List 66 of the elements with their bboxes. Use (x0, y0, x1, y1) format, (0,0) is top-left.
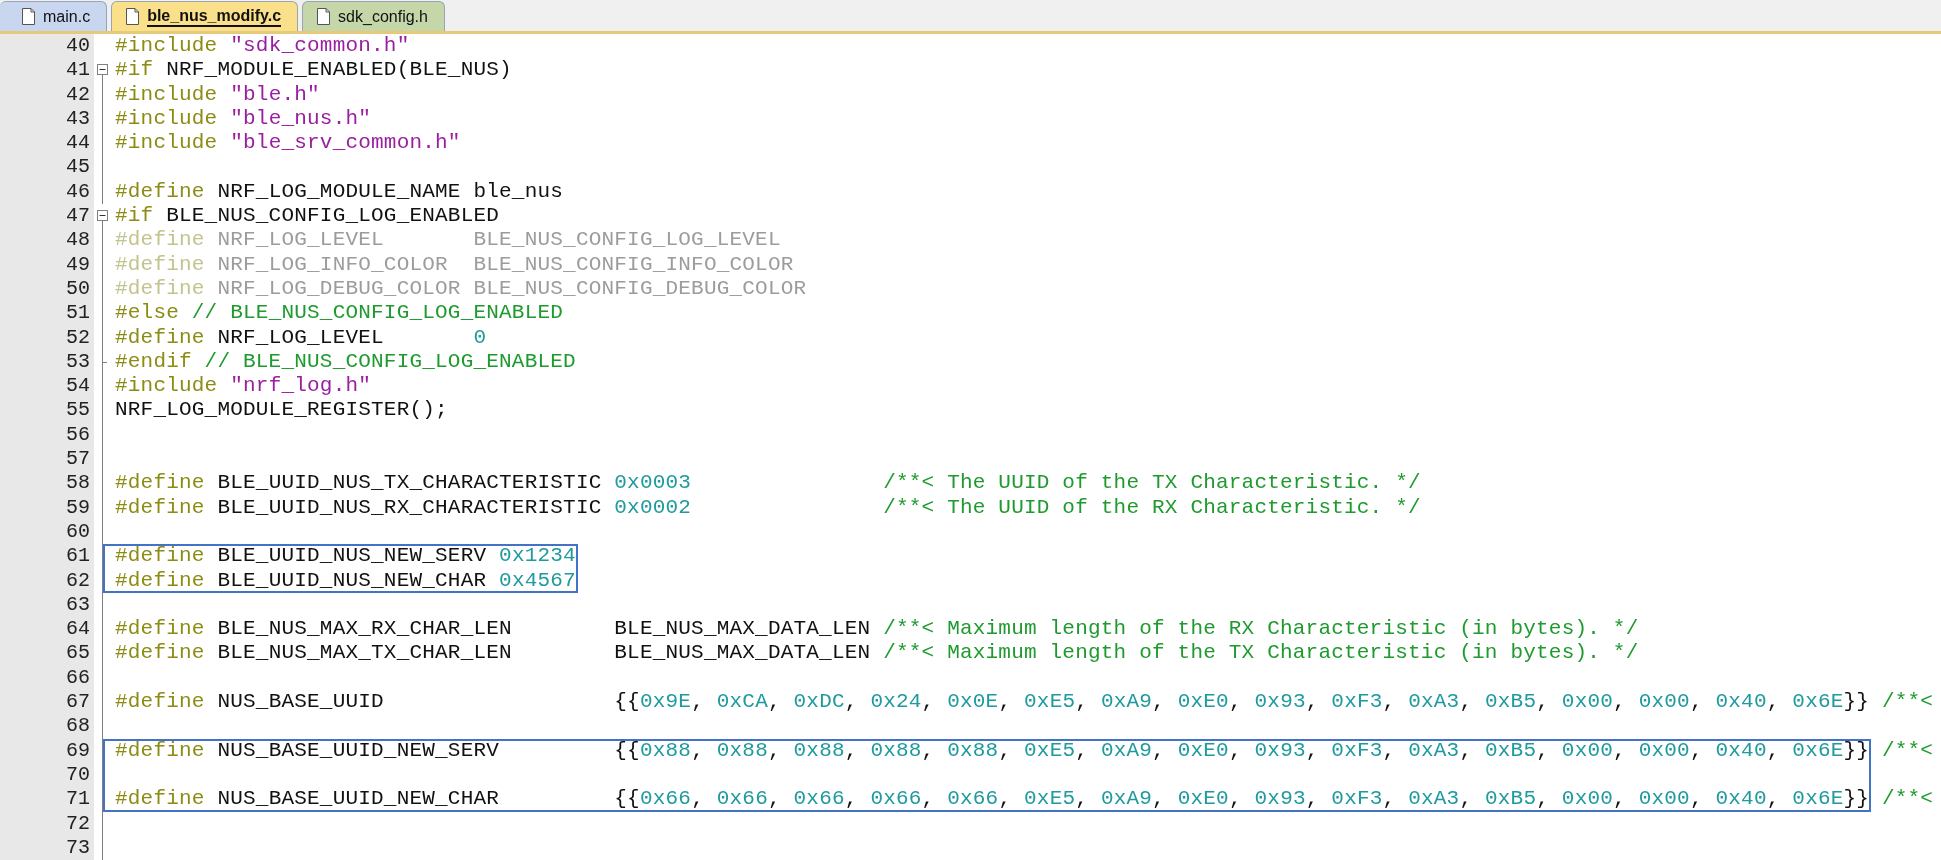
line-number: 50 (0, 276, 94, 302)
code-line: #define NUS_BASE_UUID {{0x9E, 0xCA, 0xDC, 0x24, 0x0E, 0xE5, 0xA9, 0xE0, 0x93, 0xF3, 0xA3, 0xB5, 0x00, 0x00, 0x40, 0x6E}} /**< (115, 690, 1934, 715)
code-line: #define NRF_LOG_DEBUG_COLOR BLE_NUS_CONFIG_DEBUG_COLOR (115, 276, 807, 302)
line-number: 63 (0, 592, 94, 618)
line-number: 66 (0, 665, 94, 690)
line-number: 45 (0, 155, 94, 180)
code-line: #include "ble_srv_common.h" (115, 131, 461, 156)
file-icon (317, 8, 331, 25)
code-line: #define NRF_LOG_LEVEL BLE_NUS_CONFIG_LOG_LEVEL (115, 228, 781, 253)
line-number: 72 (0, 811, 94, 836)
file-icon (22, 8, 35, 25)
code-line: #define NUS_BASE_UUID_NEW_SERV {{0x88, 0x88, 0x88, 0x88, 0x88, 0xE5, 0xA9, 0xE0, 0x93, 0xF3, 0xA3, 0xB5, 0x00, 0x00, 0x40, 0x6E}} /**< (115, 738, 1934, 763)
line-number: 52 (0, 325, 94, 350)
line-number: 47 (0, 204, 94, 229)
line-number: 46 (0, 179, 94, 205)
line-number: 49 (0, 252, 94, 277)
line-number: 64 (0, 617, 94, 642)
code-line: #define NRF_LOG_MODULE_NAME ble_nus (115, 179, 564, 205)
line-number: 48 (0, 228, 94, 253)
line-number: 69 (0, 738, 94, 763)
code-line: #define BLE_UUID_NUS_RX_CHARACTERISTIC 0x0002 /**< The UUID of the RX Characteristic. */ (115, 495, 1421, 520)
line-number: 71 (0, 787, 94, 812)
code-line: #include "ble.h" (115, 82, 320, 107)
code-line: #define BLE_UUID_NUS_NEW_CHAR 0x4567 (115, 568, 576, 593)
file-icon (126, 8, 140, 25)
line-number: 67 (0, 690, 94, 715)
collapse-icon[interactable] (97, 210, 108, 222)
line-number: 54 (0, 374, 94, 399)
file-tab[interactable]: main.c (0, 1, 108, 31)
collapse-icon[interactable] (97, 64, 108, 76)
line-number: 60 (0, 519, 94, 545)
line-number: 73 (0, 835, 94, 860)
code-line: #define NUS_BASE_UUID_NEW_CHAR {{0x66, 0x66, 0x66, 0x66, 0x66, 0xE5, 0xA9, 0xE0, 0x93, 0xF3, 0xA3, 0xB5, 0x00, 0x00, 0x40, 0x6E}} /**< (115, 787, 1934, 812)
code-line: #define BLE_NUS_MAX_RX_CHAR_LEN BLE_NUS_MAX_DATA_LEN /**< Maximum length of the RX Characteristic (in bytes). */ (115, 617, 1639, 642)
line-number: 65 (0, 641, 94, 666)
code-line: #include "nrf_log.h" (115, 374, 372, 399)
line-number: 59 (0, 495, 94, 520)
code-line: #define NRF_LOG_LEVEL 0 (115, 325, 487, 350)
code-line: #if NRF_MODULE_ENABLED(BLE_NUS) (115, 58, 512, 83)
line-number: 53 (0, 349, 94, 375)
line-number: 70 (0, 762, 94, 788)
line-number: 44 (0, 131, 94, 156)
file-tab[interactable]: sdk_config.h (302, 1, 445, 31)
code-line: #define NRF_LOG_INFO_COLOR BLE_NUS_CONFIG_INFO_COLOR (115, 252, 794, 277)
file-tab[interactable]: ble_nus_modify.c (111, 1, 299, 31)
line-number: 42 (0, 82, 94, 107)
line-number: 58 (0, 471, 94, 496)
line-number: 61 (0, 544, 94, 569)
line-number: 43 (0, 106, 94, 132)
code-line: #if BLE_NUS_CONFIG_LOG_ENABLED (115, 204, 500, 229)
line-number: 41 (0, 58, 94, 83)
line-number: 51 (0, 301, 94, 326)
code-line: #include "sdk_common.h" (115, 34, 410, 59)
code-line: #define BLE_UUID_NUS_NEW_SERV 0x1234 (115, 544, 576, 569)
line-number: 57 (0, 447, 94, 472)
code-line: NRF_LOG_MODULE_REGISTER(); (115, 398, 448, 423)
line-number: 40 (0, 34, 94, 59)
code-line: #else // BLE_NUS_CONFIG_LOG_ENABLED (115, 301, 564, 326)
code-line: #define BLE_NUS_MAX_TX_CHAR_LEN BLE_NUS_MAX_DATA_LEN /**< Maximum length of the TX Characteristic (in bytes). */ (115, 641, 1639, 666)
line-number: 68 (0, 714, 94, 739)
code-line: #endif // BLE_NUS_CONFIG_LOG_ENABLED (115, 349, 576, 375)
line-number: 55 (0, 398, 94, 423)
code-line: #include "ble_nus.h" (115, 106, 372, 132)
line-number: 62 (0, 568, 94, 593)
line-number: 56 (0, 422, 94, 448)
code-line: #define BLE_UUID_NUS_TX_CHARACTERISTIC 0x0003 /**< The UUID of the TX Characteristic. */ (115, 471, 1421, 496)
